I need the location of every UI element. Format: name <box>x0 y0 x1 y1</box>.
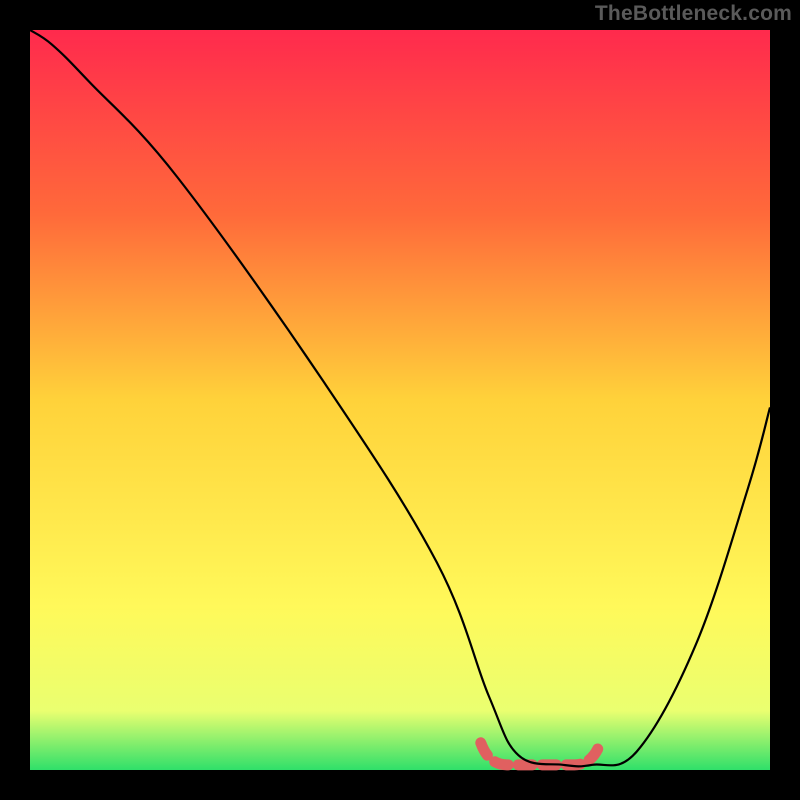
plot-background <box>30 30 770 770</box>
bottleneck-chart <box>0 0 800 800</box>
outer-frame: TheBottleneck.com <box>0 0 800 800</box>
